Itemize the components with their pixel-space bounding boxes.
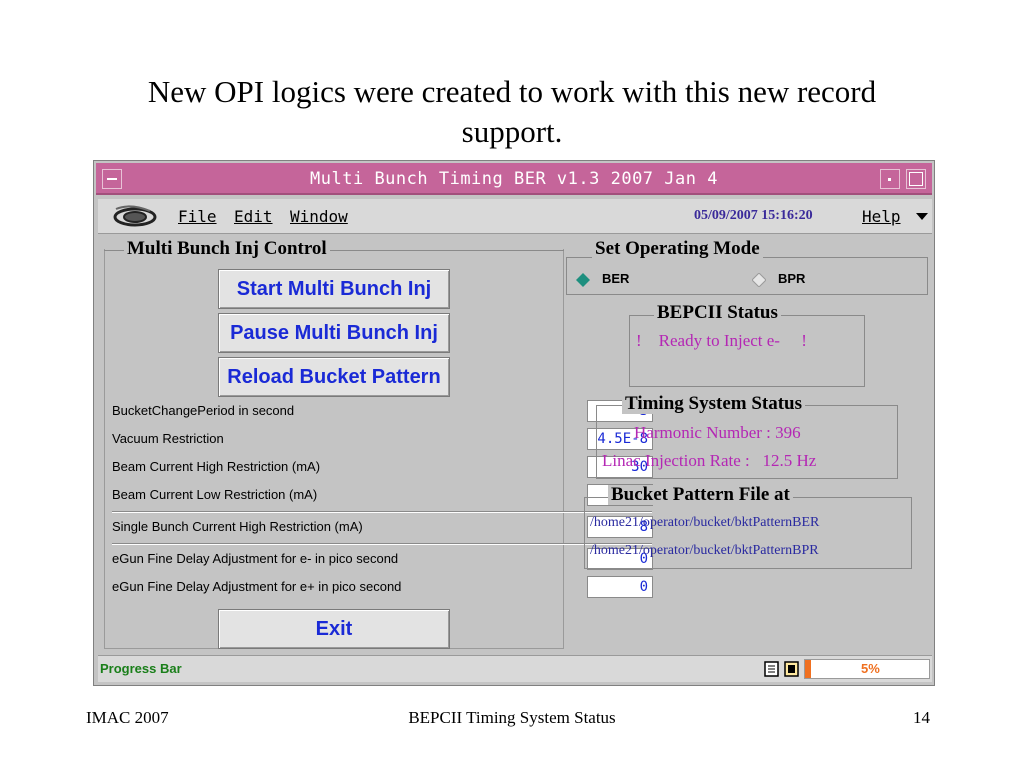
slide-number: 14 bbox=[913, 708, 930, 727]
param-label-bucket-change-period: BucketChangePeriod in second bbox=[112, 403, 295, 418]
linac-injection-rate-text: Linac Injection Rate : 12.5 Hz bbox=[602, 451, 817, 470]
bucket-pattern-path-bpr: /home21/operator/bucket/bktPatternBPR bbox=[590, 543, 819, 558]
slide-title-line2: support. bbox=[461, 114, 563, 149]
document-icon[interactable] bbox=[764, 661, 780, 677]
egun-delay-positron-field[interactable]: 0 bbox=[587, 576, 653, 598]
reload-bucket-pattern-button[interactable]: Reload Bucket Pattern bbox=[218, 357, 450, 397]
bucket-pattern-title: Bucket Pattern File at bbox=[608, 485, 793, 505]
param-label-single-bunch-current-high: Single Bunch Current High Restriction (m… bbox=[112, 519, 363, 534]
harmonic-number-text: Harmonic Number : 396 bbox=[634, 423, 801, 442]
param-label-egun-delay-electron: eGun Fine Delay Adjustment for e- in pic… bbox=[112, 551, 399, 566]
exit-button[interactable]: Exit bbox=[218, 609, 450, 649]
param-label-beam-current-low: Beam Current Low Restriction (mA) bbox=[112, 487, 318, 502]
menu-file[interactable]: File bbox=[178, 207, 217, 226]
progress-bar-label: Progress Bar bbox=[100, 661, 182, 676]
ber-radio-label[interactable]: BER bbox=[602, 271, 629, 286]
menu-help[interactable]: Help bbox=[862, 207, 901, 226]
footer-center: BEPCII Timing System Status bbox=[408, 708, 616, 727]
bepcii-status-panel bbox=[629, 315, 865, 387]
param-label-beam-current-high: Beam Current High Restriction (mA) bbox=[112, 459, 321, 474]
minimize-icon bbox=[888, 178, 891, 181]
status-bar: Progress Bar 5% bbox=[98, 655, 932, 682]
bpr-radio-icon[interactable] bbox=[752, 273, 766, 287]
timing-status-title: Timing System Status bbox=[622, 394, 806, 414]
progress-percent: 5% bbox=[861, 661, 880, 676]
window-title: Multi Bunch Timing BER v1.3 2007 Jan 4 bbox=[310, 169, 718, 189]
window-titlebar[interactable]: Multi Bunch Timing BER v1.3 2007 Jan 4 bbox=[96, 163, 932, 195]
app-window: Multi Bunch Timing BER v1.3 2007 Jan 4 F… bbox=[93, 160, 935, 686]
slide-title: New OPI logics were created to work with… bbox=[0, 72, 1024, 152]
bpr-radio-label[interactable]: BPR bbox=[778, 271, 805, 286]
bepcii-status-title: BEPCII Status bbox=[654, 303, 781, 323]
datetime-display: 05/09/2007 15:16:20 bbox=[694, 208, 813, 223]
bucket-pattern-path-ber: /home21/operator/bucket/bktPatternBER bbox=[590, 515, 820, 530]
inj-control-title: Multi Bunch Inj Control bbox=[124, 239, 330, 259]
maximize-button[interactable] bbox=[906, 169, 926, 189]
separator bbox=[112, 543, 652, 545]
slide-title-line1: New OPI logics were created to work with… bbox=[147, 74, 877, 109]
ber-radio-icon[interactable] bbox=[576, 273, 590, 287]
param-label-vacuum-restriction: Vacuum Restriction bbox=[112, 431, 224, 446]
bepcii-status-text: ! Ready to Inject e- ! bbox=[636, 331, 807, 350]
menu-edit[interactable]: Edit bbox=[234, 207, 273, 226]
progress-bar: 5% bbox=[804, 659, 930, 679]
start-multi-bunch-inj-button[interactable]: Start Multi Bunch Inj bbox=[218, 269, 450, 309]
minimize-button[interactable] bbox=[880, 169, 900, 189]
operating-mode-title: Set Operating Mode bbox=[592, 239, 763, 259]
menu-window[interactable]: Window bbox=[290, 207, 348, 226]
menu-bar: File Edit Window 05/09/2007 15:16:20 Hel… bbox=[98, 199, 932, 234]
chevron-down-icon[interactable] bbox=[916, 213, 928, 221]
progress-fill bbox=[805, 660, 811, 678]
maximize-icon bbox=[909, 172, 923, 186]
document-filled-icon[interactable] bbox=[784, 661, 800, 677]
param-label-egun-delay-positron: eGun Fine Delay Adjustment for e+ in pic… bbox=[112, 579, 402, 594]
separator bbox=[112, 511, 652, 513]
pause-multi-bunch-inj-button[interactable]: Pause Multi Bunch Inj bbox=[218, 313, 450, 353]
app-logo-icon bbox=[113, 205, 157, 227]
